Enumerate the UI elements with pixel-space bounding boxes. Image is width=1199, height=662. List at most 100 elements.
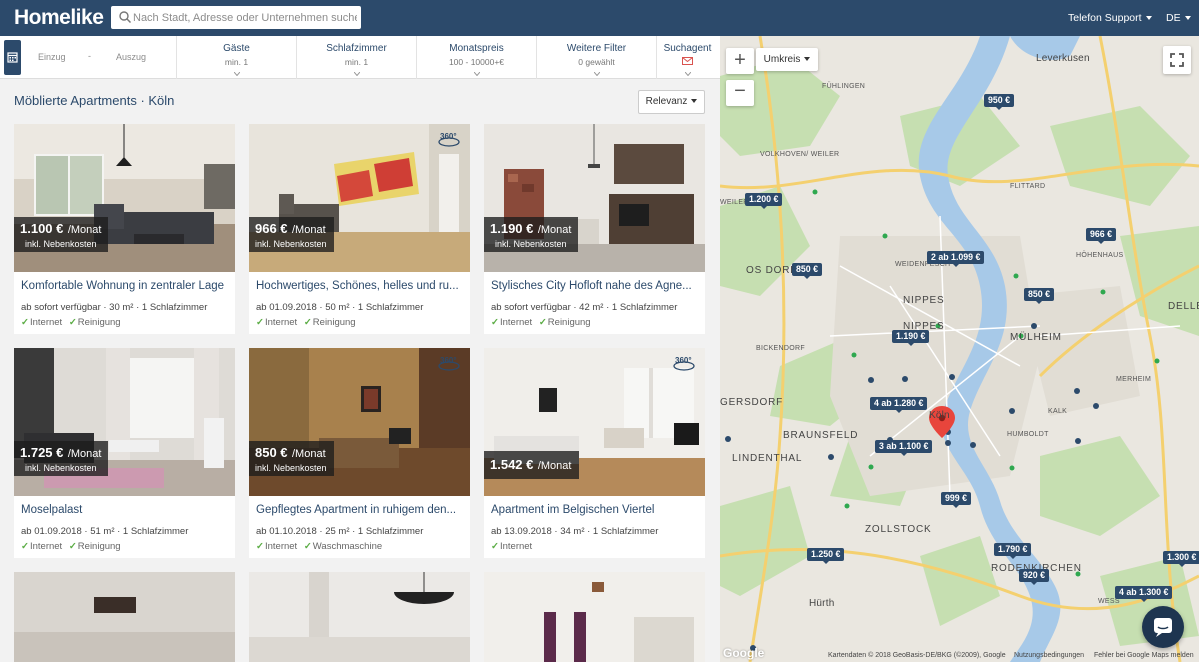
listing-photo[interactable]	[484, 572, 705, 662]
chat-button[interactable]	[1142, 606, 1184, 648]
place-label: MÜLHEIM	[1010, 332, 1062, 343]
chevron-down-icon	[684, 72, 691, 76]
filter-guests-title: Gäste	[223, 43, 250, 54]
360-view-icon: 360°	[438, 132, 460, 147]
listing-photo[interactable]: 360° 1.542 € /Monat	[484, 348, 705, 496]
listing-card[interactable]: 360° 966 € /Monat inkl. Nebenkosten Hoch…	[249, 124, 470, 334]
search-agent[interactable]: Suchagent	[656, 36, 718, 79]
check-icon: ✓	[303, 317, 312, 328]
map-view[interactable]: + − Umkreis Leverkusen FÜHLINGEN VOLKHOV…	[720, 36, 1199, 662]
price-pin[interactable]: 2 ab 1.099 €	[927, 251, 985, 267]
price-pin[interactable]: 850 €	[792, 263, 823, 279]
listing-title[interactable]: Moselpalast	[21, 504, 229, 516]
listing-card[interactable]: 360° 1.542 € /Monat Apartment im Belgisc…	[484, 348, 705, 558]
check-icon: ✓	[538, 317, 547, 328]
filter-bedrooms[interactable]: Schlafzimmer min. 1	[296, 36, 416, 79]
listing-card[interactable]: 1.100 € /Monat inkl. Nebenkosten Komfort…	[14, 124, 235, 334]
checkin-field[interactable]: Einzug	[38, 52, 66, 62]
listing-photo[interactable]: 360° 850 € /Monat inkl. Nebenkosten	[249, 348, 470, 496]
language-dropdown[interactable]: DE	[1166, 12, 1191, 24]
listing-photo[interactable]	[249, 572, 470, 662]
listing-card[interactable]: 1.725 € /Monat inkl. Nebenkosten Moselpa…	[14, 348, 235, 558]
listing-card[interactable]: 360° 850 € /Monat inkl. Nebenkosten Gepf…	[249, 348, 470, 558]
price-pin[interactable]: 966 €	[1086, 228, 1117, 244]
radius-dropdown[interactable]: Umkreis	[756, 48, 818, 71]
price-tag: 1.190 € /Monat inkl. Nebenkosten	[484, 217, 579, 252]
date-separator: -	[88, 51, 91, 61]
price-tag: 850 € /Monat inkl. Nebenkosten	[249, 441, 334, 476]
listing-meta: ab sofort verfügbar · 42 m² · 1 Schlafzi…	[491, 302, 678, 313]
place-label: OS DORF	[746, 265, 798, 276]
price-pin[interactable]: 3 ab 1.100 €	[875, 440, 933, 456]
search-input[interactable]	[133, 6, 357, 29]
phone-support-dropdown[interactable]: Telefon Support	[1068, 12, 1152, 24]
listing-title[interactable]: Apartment im Belgischen Viertel	[491, 504, 699, 516]
place-label: BICKENDORF	[756, 345, 805, 352]
listing-card[interactable]	[14, 572, 235, 662]
filter-monthly-price[interactable]: Monatspreis 100 - 10000+€	[416, 36, 536, 79]
place-label: LINDENTHAL	[732, 453, 803, 464]
listing-features: ✓Internet ✓Reinigung	[256, 317, 356, 328]
place-label: FÜHLINGEN	[822, 83, 866, 90]
listing-card[interactable]	[484, 572, 705, 662]
filter-price-title: Monatspreis	[449, 43, 504, 54]
check-icon: ✓	[256, 541, 264, 552]
listing-photo[interactable]: 1.190 € /Monat inkl. Nebenkosten	[484, 124, 705, 272]
check-icon: ✓	[68, 317, 77, 328]
calendar-button[interactable]	[4, 40, 21, 75]
price-pin[interactable]: 1.190 €	[892, 330, 930, 346]
terms-link[interactable]: Nutzungsbedingungen	[1014, 652, 1084, 659]
chevron-down-icon	[233, 72, 240, 76]
place-label: DELLBR	[1168, 301, 1199, 312]
place-label: NIPPES	[903, 295, 945, 306]
svg-text:360°: 360°	[440, 356, 457, 365]
listing-features: ✓Internet ✓Waschmaschine	[256, 541, 383, 552]
check-icon: ✓	[303, 541, 312, 552]
filter-bar: Einzug - Auszug Gäste min. 1 Schlafzimme…	[0, 36, 720, 79]
filter-guests[interactable]: Gäste min. 1	[176, 36, 296, 79]
price-pin[interactable]: 1.790 €	[994, 543, 1032, 559]
google-logo: Google	[723, 646, 765, 660]
listing-photo[interactable]: 1.725 € /Monat inkl. Nebenkosten	[14, 348, 235, 496]
calendar-icon	[7, 52, 18, 63]
price-pin[interactable]: 920 €	[1019, 569, 1050, 585]
listing-card[interactable]	[249, 572, 470, 662]
check-icon: ✓	[491, 317, 499, 328]
price-pin[interactable]: 999 €	[941, 492, 972, 508]
homelike-logo[interactable]: Homelike	[14, 6, 104, 30]
listing-title[interactable]: Hochwertiges, Schönes, helles und ru...	[256, 280, 464, 292]
sort-dropdown[interactable]: Relevanz	[638, 90, 705, 114]
listing-meta: ab 01.09.2018 · 51 m² · 1 Schlafzimmer	[21, 526, 189, 537]
price-pin[interactable]: 1.200 €	[745, 193, 783, 209]
fullscreen-button[interactable]	[1163, 46, 1191, 74]
chevron-down-icon	[804, 57, 811, 62]
price-pin[interactable]: 1.250 €	[807, 548, 845, 564]
listing-features: ✓Internet	[491, 541, 533, 552]
place-label: VOLKHOVEN/ WEILER	[760, 151, 840, 158]
price-pin[interactable]: 950 €	[984, 94, 1015, 110]
filter-more[interactable]: Weitere Filter 0 gewählt	[536, 36, 656, 79]
filter-price-value: 100 - 10000+€	[448, 57, 505, 67]
listing-card[interactable]: 1.190 € /Monat inkl. Nebenkosten Stylisc…	[484, 124, 705, 334]
listing-photo[interactable]: 1.100 € /Monat inkl. Nebenkosten	[14, 124, 235, 272]
listing-title[interactable]: Gepflegtes Apartment in ruhigem den...	[256, 504, 464, 516]
price-pin[interactable]: 850 €	[1024, 288, 1055, 304]
envelope-icon	[682, 57, 693, 65]
price-pin[interactable]: 1.300 €	[1163, 551, 1199, 567]
listing-title[interactable]: Stylisches City Hofloft nahe des Agne...	[491, 280, 699, 292]
listing-title[interactable]: Komfortable Wohnung in zentraler Lage	[21, 280, 229, 292]
place-label: BRAUNSFELD	[783, 430, 859, 441]
listing-photo[interactable]: 360° 966 € /Monat inkl. Nebenkosten	[249, 124, 470, 272]
place-label: MERHEIM	[1116, 376, 1152, 383]
search-agent-title: Suchagent	[663, 43, 712, 54]
zoom-in-button[interactable]: +	[726, 48, 754, 74]
zoom-out-button[interactable]: −	[726, 80, 754, 106]
checkout-field[interactable]: Auszug	[116, 52, 146, 62]
report-error-link[interactable]: Fehler bei Google Maps melden	[1094, 652, 1194, 659]
place-label: WESS	[1098, 598, 1120, 605]
listing-photo[interactable]	[14, 572, 235, 662]
map-attribution: Kartendaten © 2018 GeoBasis-DE/BKG (©200…	[828, 652, 1006, 659]
price-pin[interactable]: 4 ab 1.280 €	[870, 397, 928, 413]
price-pin[interactable]: 4 ab 1.300 €	[1115, 586, 1173, 602]
svg-text:360°: 360°	[440, 132, 457, 141]
